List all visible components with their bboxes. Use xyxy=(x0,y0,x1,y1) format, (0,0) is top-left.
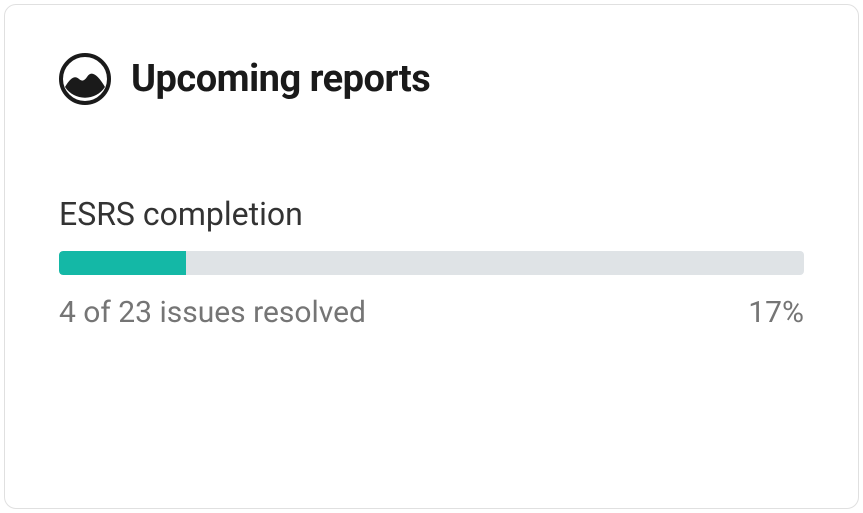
progress-info: 4 of 23 issues resolved 17% xyxy=(59,295,804,330)
progress-fill xyxy=(59,251,186,275)
card-title: Upcoming reports xyxy=(131,57,430,101)
completion-section: ESRS completion 4 of 23 issues resolved … xyxy=(59,195,804,330)
card-header: Upcoming reports xyxy=(59,53,804,105)
basecamp-icon xyxy=(59,53,111,105)
section-label: ESRS completion xyxy=(59,195,804,233)
progress-text: 4 of 23 issues resolved xyxy=(59,295,366,330)
progress-percent: 17% xyxy=(748,295,804,330)
upcoming-reports-card: Upcoming reports ESRS completion 4 of 23… xyxy=(4,4,859,509)
progress-bar xyxy=(59,251,804,275)
